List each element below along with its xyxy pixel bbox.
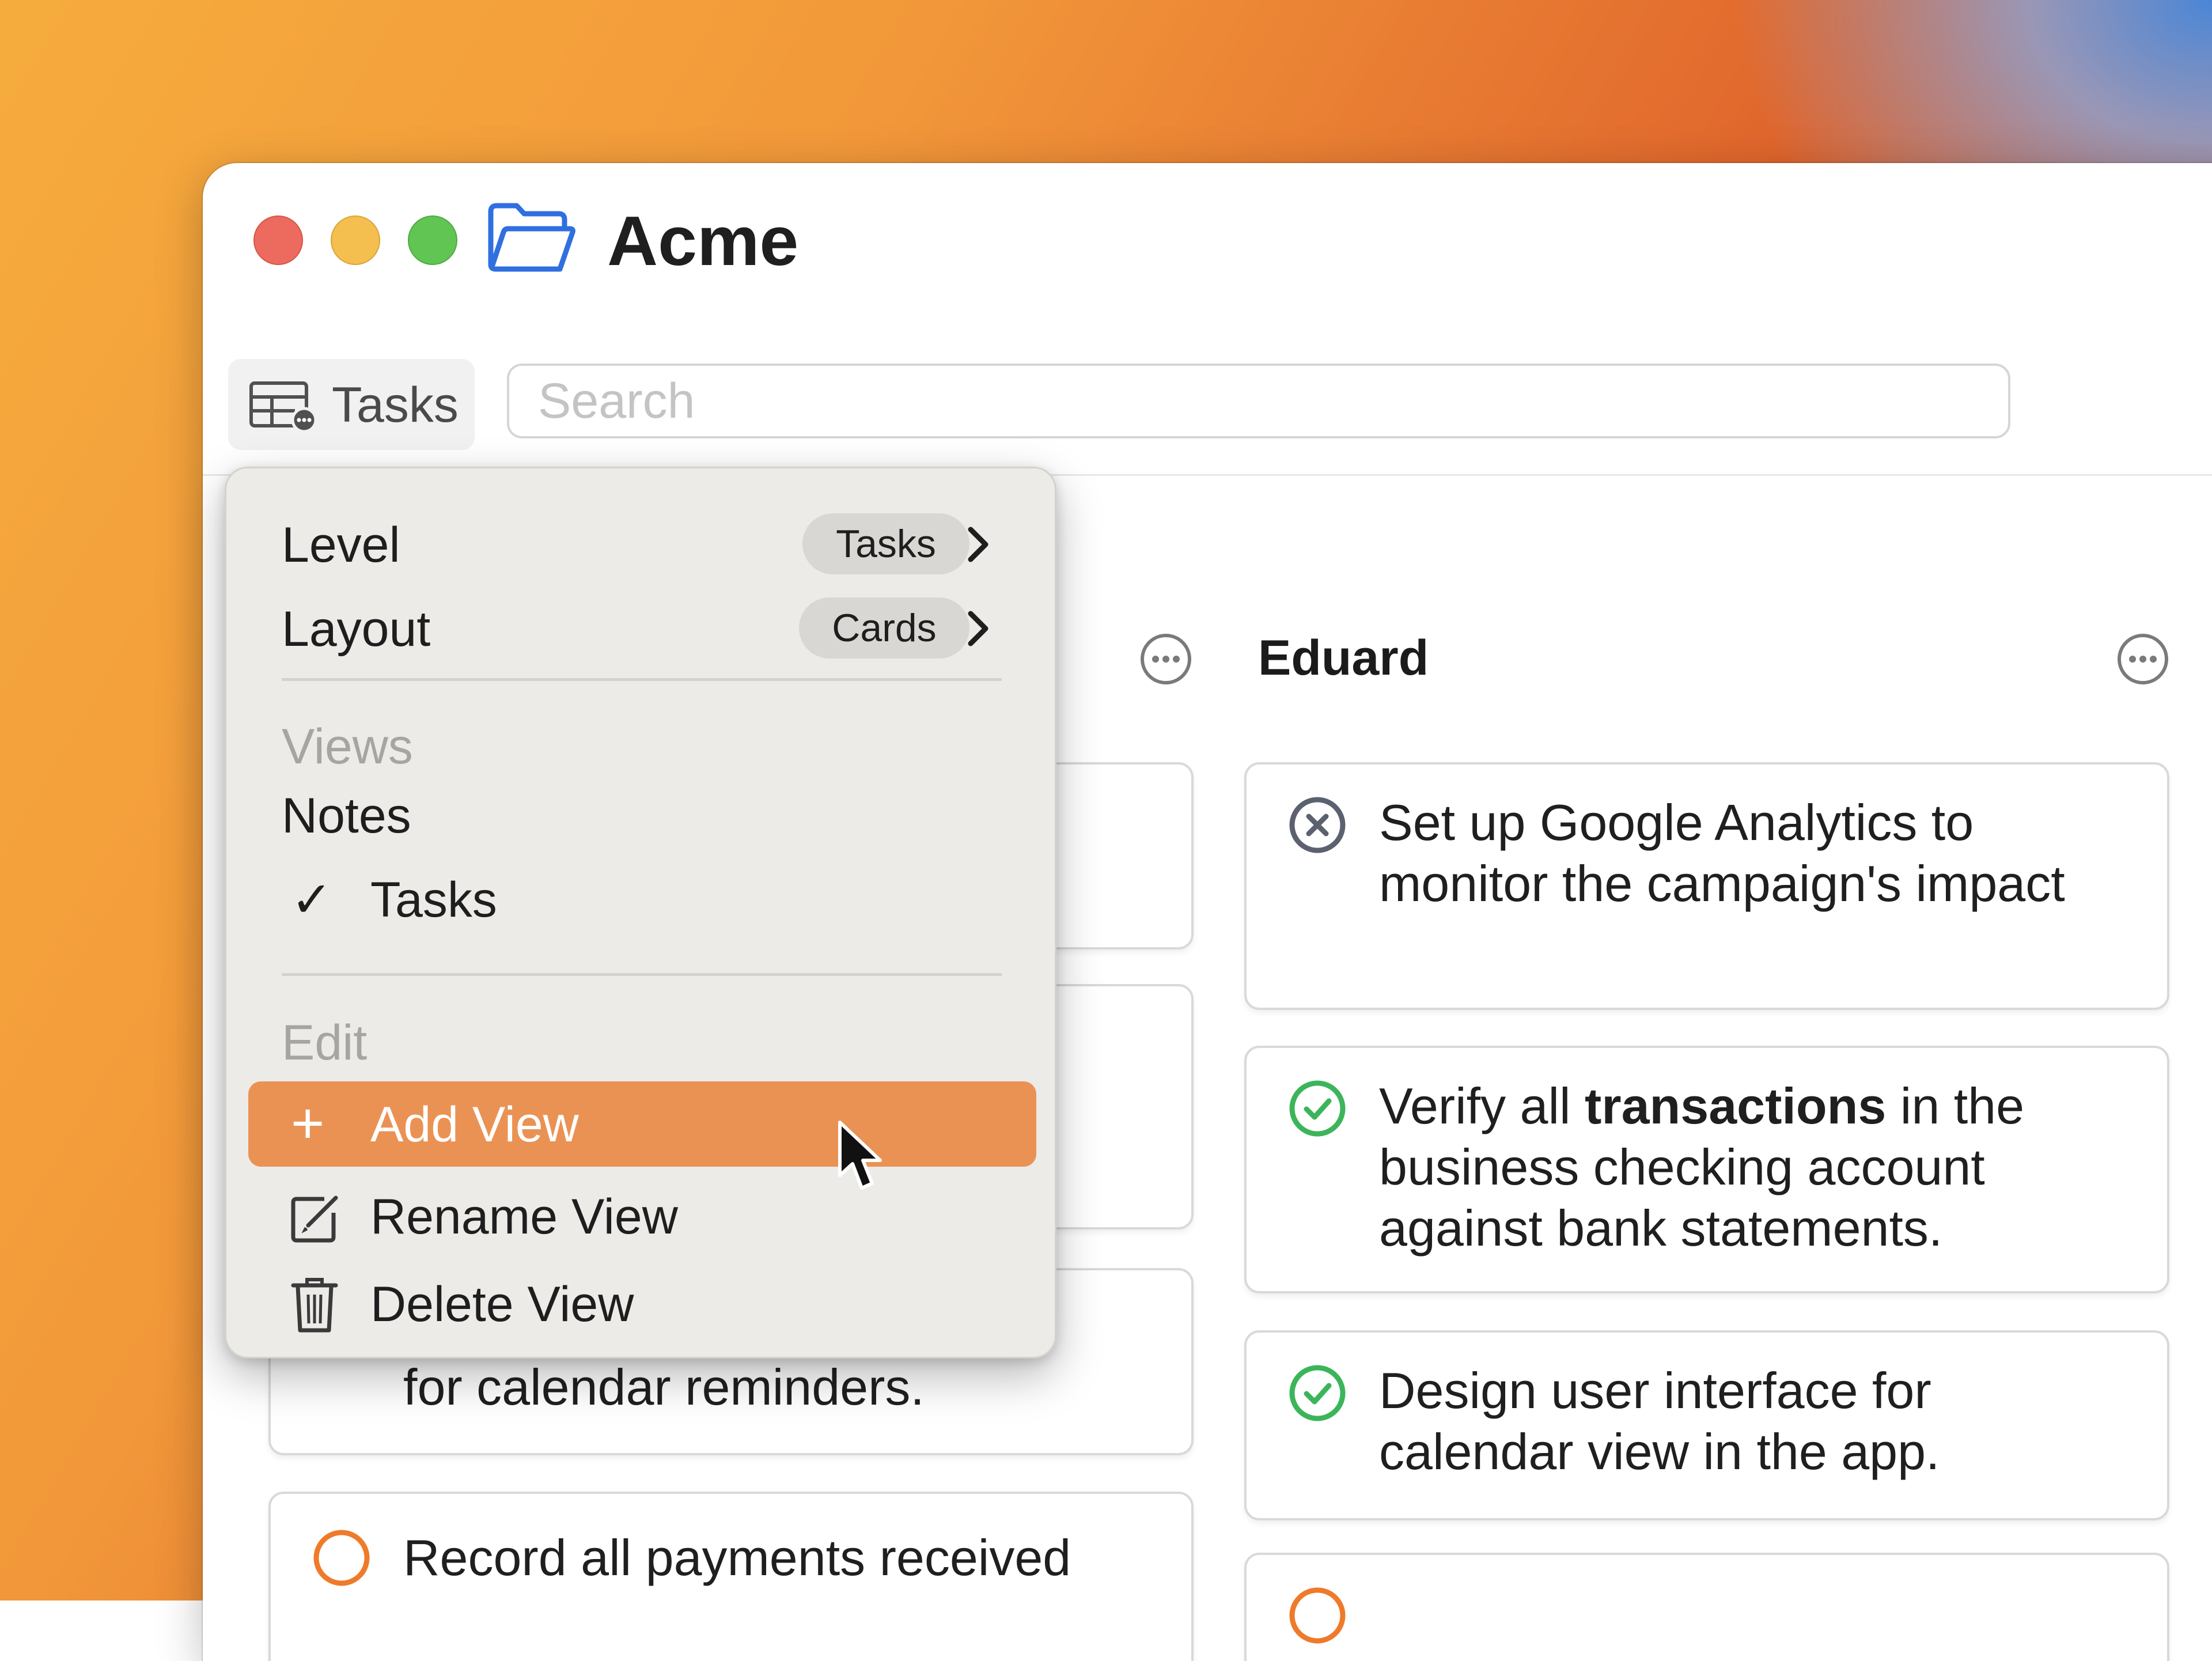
pointer-cursor-icon [838,1121,882,1190]
menu-item-label: Notes [282,788,411,843]
maximize-window-button[interactable] [408,215,457,265]
checkmark-icon: ✓ [291,872,333,928]
menu-item-label: Rename View [370,1189,678,1244]
task-card[interactable]: Verify all transactions in the business … [1244,1046,2169,1293]
more-icon[interactable] [2116,633,2169,686]
menu-item-label: Add View [370,1097,579,1152]
menu-separator [282,973,1002,976]
trash-icon [291,1278,338,1333]
check-circle-icon [1289,1080,1346,1137]
menu-item-label: Tasks [370,872,497,928]
more-icon[interactable] [1139,633,1192,686]
menu-section-header-views: Views [282,719,413,774]
view-switcher-button[interactable]: Tasks [228,359,475,450]
task-card-text: Verify all transactions in the business … [1379,1076,2133,1259]
rename-icon [291,1195,338,1243]
table-view-icon [249,381,317,432]
menu-item-layout[interactable]: Layout Cards [226,587,1055,668]
view-options-menu: Level Tasks Layout Cards Views Notes ✓ T… [225,467,1056,1359]
task-card[interactable]: Design user interface for calendar view … [1244,1330,2169,1520]
task-text-part: Verify all [1379,1077,1585,1134]
task-card[interactable]: Set up Google Analytics to monitor the c… [1244,762,2169,1010]
task-card[interactable]: Record all payments received [268,1492,1194,1661]
view-switcher-label: Tasks [332,377,459,433]
task-card-text: for calendar reminders. [403,1359,925,1416]
search-input[interactable] [507,364,2010,438]
task-card[interactable] [1244,1553,2169,1661]
cancel-circle-icon [1289,797,1346,853]
menu-item-rename-view[interactable]: Rename View [226,1175,1055,1255]
folder-open-icon [488,203,575,272]
task-card-text: Design user interface for calendar view … [1379,1362,1940,1480]
menu-item-level[interactable]: Level Tasks [226,503,1055,584]
task-text-bold: transactions [1585,1077,1887,1134]
menu-item-view-notes[interactable]: Notes [226,774,1055,854]
task-card-text: Record all payments received [403,1529,1071,1586]
close-window-button[interactable] [253,215,303,265]
menu-item-view-tasks[interactable]: ✓ Tasks [226,858,1055,939]
empty-circle-icon [313,1530,370,1586]
check-circle-icon [1289,1365,1346,1421]
chevron-right-icon [968,611,988,646]
empty-circle-icon [1289,1587,1346,1644]
menu-item-add-view[interactable]: + Add View [248,1081,1036,1167]
layout-value-pill: Cards [799,597,969,659]
window-title: Acme [607,202,799,280]
menu-item-label: Layout [282,601,431,657]
menu-item-label: Level [282,517,400,573]
menu-item-label: Delete View [370,1277,634,1332]
level-value-pill: Tasks [802,513,969,574]
minimize-window-button[interactable] [331,215,380,265]
column-title: Eduard [1258,630,1429,686]
plus-icon: + [291,1091,325,1156]
task-card-text: Set up Google Analytics to monitor the c… [1379,794,2065,912]
chevron-right-icon [968,527,988,562]
menu-section-header-edit: Edit [282,1015,368,1070]
menu-item-delete-view[interactable]: Delete View [226,1262,1055,1343]
menu-separator [282,678,1002,681]
